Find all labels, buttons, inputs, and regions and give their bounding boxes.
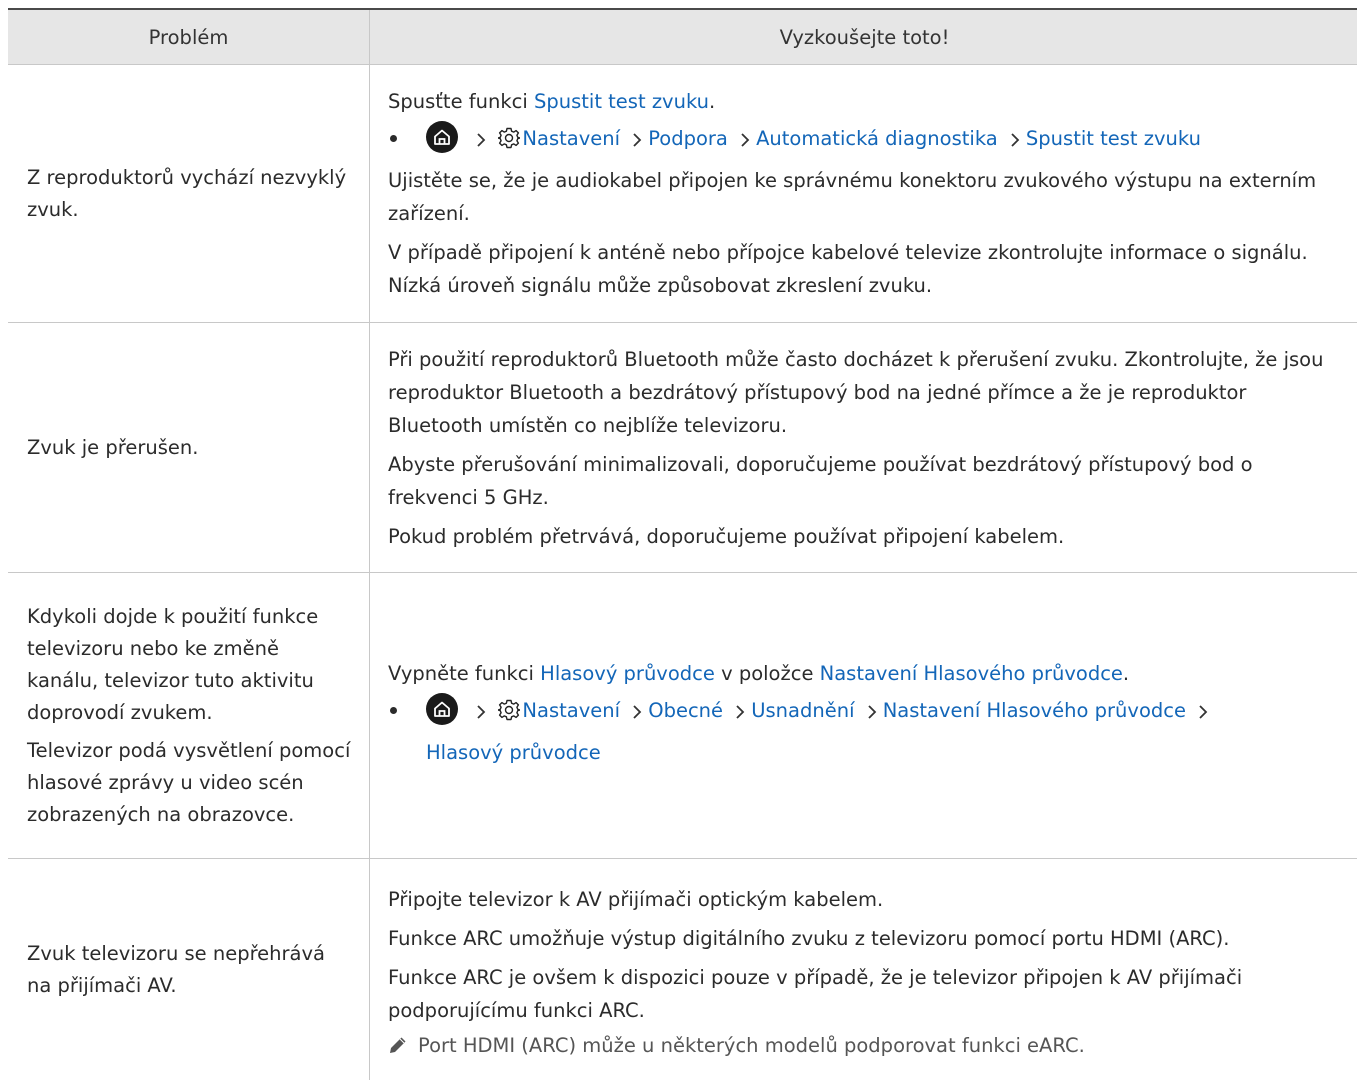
- path-item[interactable]: Spustit test zvuku: [1026, 127, 1201, 150]
- solution-text: Při použití reproduktorů Bluetooth může …: [388, 347, 1324, 437]
- chevron-right-icon: [1198, 695, 1208, 733]
- note-text: Port HDMI (ARC) může u některých modelů …: [418, 1034, 1085, 1057]
- pencil-icon: [388, 1032, 408, 1065]
- menu-path: Nastavení Obecné Usnadnění Nastavení Hla…: [388, 692, 1341, 772]
- solution-text: Abyste přerušování minimalizovali, dopor…: [388, 452, 1253, 509]
- table-row: Kdykoli dojde k použití funkce televizor…: [8, 573, 1357, 859]
- problem-cell: Kdykoli dojde k použití funkce televizor…: [8, 573, 370, 858]
- solution-text: Pokud problém přetrvává, doporučujeme po…: [388, 524, 1065, 548]
- chevron-right-icon: [476, 695, 486, 733]
- chevron-right-icon: [632, 695, 642, 733]
- path-item[interactable]: Hlasový průvodce: [426, 741, 601, 764]
- path-item[interactable]: Obecné: [648, 699, 723, 722]
- table-row: Zvuk je přerušen. Při použití reprodukto…: [8, 323, 1357, 573]
- solution-cell: Připojte televizor k AV přijímači optick…: [370, 859, 1357, 1080]
- table-row: Zvuk televizoru se nepřehrává na přijíma…: [8, 859, 1357, 1080]
- solution-text: Funkce ARC umožňuje výstup digitálního z…: [388, 927, 1230, 950]
- path-item[interactable]: Usnadnění: [751, 699, 854, 722]
- chevron-right-icon: [740, 123, 750, 161]
- chevron-right-icon: [632, 123, 642, 161]
- menu-link[interactable]: Spustit test zvuku: [534, 90, 709, 113]
- table-row: Z reproduktorů vychází nezvyklý zvuk. Sp…: [8, 65, 1357, 323]
- chevron-right-icon: [867, 695, 877, 733]
- intro-text: Spusťte funkci Spustit test zvuku.: [388, 90, 716, 113]
- problem-text: Z reproduktorů vychází nezvyklý zvuk.: [27, 165, 347, 221]
- bullet: [390, 707, 397, 714]
- note: Port HDMI (ARC) může u některých modelů …: [388, 1029, 1341, 1065]
- solution-text: Ujistěte se, že je audiokabel připojen k…: [388, 169, 1317, 225]
- chevron-right-icon: [1010, 123, 1020, 161]
- problem-text: Kdykoli dojde k použití funkce televizor…: [27, 604, 319, 724]
- gear-icon: [497, 696, 522, 734]
- intro-text: Vypněte funkci Hlasový průvodce v položc…: [388, 662, 1130, 685]
- path-item[interactable]: Nastavení: [522, 699, 620, 722]
- solution-cell: Při použití reproduktorů Bluetooth může …: [370, 323, 1357, 572]
- menu-link[interactable]: Nastavení Hlasového průvodce: [820, 662, 1123, 685]
- bullet: [390, 135, 397, 142]
- header-solution: Vyzkoušejte toto!: [779, 25, 950, 49]
- menu-link[interactable]: Hlasový průvodce: [540, 662, 715, 685]
- chevron-right-icon: [735, 695, 745, 733]
- troubleshooting-table: Problém Vyzkoušejte toto! Z reproduktorů…: [8, 8, 1357, 1080]
- path-item[interactable]: Nastavení Hlasového průvodce: [883, 699, 1186, 722]
- solution-text: Funkce ARC je ovšem k dispozici pouze v …: [388, 966, 1243, 1022]
- problem-cell: Zvuk je přerušen.: [8, 323, 370, 572]
- problem-cell: Zvuk televizoru se nepřehrává na přijíma…: [8, 859, 370, 1080]
- problem-text: Televizor podá vysvětlení pomocí hlasové…: [27, 738, 351, 826]
- path-item[interactable]: Nastavení: [522, 127, 620, 150]
- table-header: Problém Vyzkoušejte toto!: [8, 10, 1357, 65]
- problem-text: Zvuk je přerušen.: [27, 435, 199, 459]
- path-item[interactable]: Automatická diagnostika: [756, 127, 998, 150]
- solution-cell: Vypněte funkci Hlasový průvodce v položc…: [370, 573, 1357, 858]
- problem-cell: Z reproduktorů vychází nezvyklý zvuk.: [8, 65, 370, 322]
- solution-text: Připojte televizor k AV přijímači optick…: [388, 888, 884, 911]
- home-icon: [426, 693, 458, 725]
- path-item[interactable]: Podpora: [648, 127, 728, 150]
- header-problem: Problém: [8, 10, 370, 64]
- solution-text: V případě připojení k anténě nebo přípoj…: [388, 241, 1308, 297]
- menu-path: Nastavení Podpora Automatická diagnostik…: [388, 120, 1341, 162]
- problem-text: Zvuk televizoru se nepřehrává na přijíma…: [27, 941, 325, 997]
- solution-cell: Spusťte funkci Spustit test zvuku. Nasta…: [370, 65, 1357, 322]
- home-icon: [426, 121, 458, 153]
- gear-icon: [497, 124, 522, 162]
- chevron-right-icon: [476, 123, 486, 161]
